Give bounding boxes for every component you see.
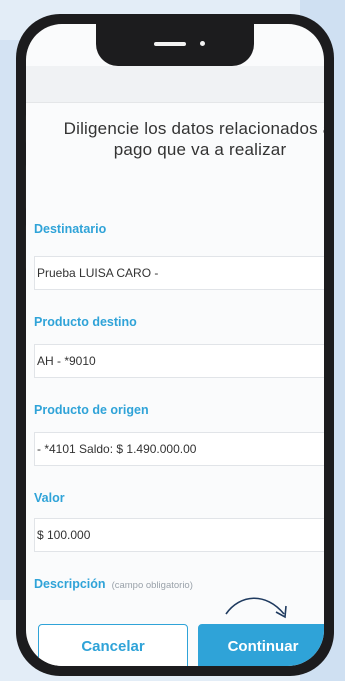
producto-destino-field[interactable]: AH - *9010 — [34, 344, 324, 378]
phone-notch — [96, 24, 254, 66]
top-bar — [26, 66, 324, 103]
descripcion-label: Descripción (campo obligatorio) — [34, 577, 193, 591]
phone-screen: Diligencie los datos relacionados al pag… — [26, 24, 324, 666]
valor-label: Valor — [34, 491, 65, 505]
destinatario-label: Destinatario — [34, 222, 107, 236]
payment-form-screen: Diligencie los datos relacionados al pag… — [26, 24, 324, 666]
continue-button[interactable]: Continuar — [198, 624, 324, 666]
speaker-grille — [154, 42, 186, 46]
front-camera — [200, 41, 205, 46]
descripcion-label-text: Descripción — [34, 577, 106, 591]
page-title: Diligencie los datos relacionados al pag… — [63, 119, 324, 159]
descripcion-hint: (campo obligatorio) — [111, 580, 193, 591]
producto-origen-field[interactable]: - *4101 Saldo: $ 1.490.000.00 — [34, 432, 324, 466]
cancel-button[interactable]: Cancelar — [38, 624, 188, 666]
destinatario-field[interactable]: Prueba LUISA CARO - — [34, 256, 324, 290]
valor-field[interactable]: $ 100.000 — [34, 518, 324, 552]
producto-origen-label: Producto de origen — [34, 403, 149, 417]
producto-destino-label: Producto destino — [34, 315, 137, 329]
phone-frame: Diligencie los datos relacionados al pag… — [16, 14, 334, 676]
